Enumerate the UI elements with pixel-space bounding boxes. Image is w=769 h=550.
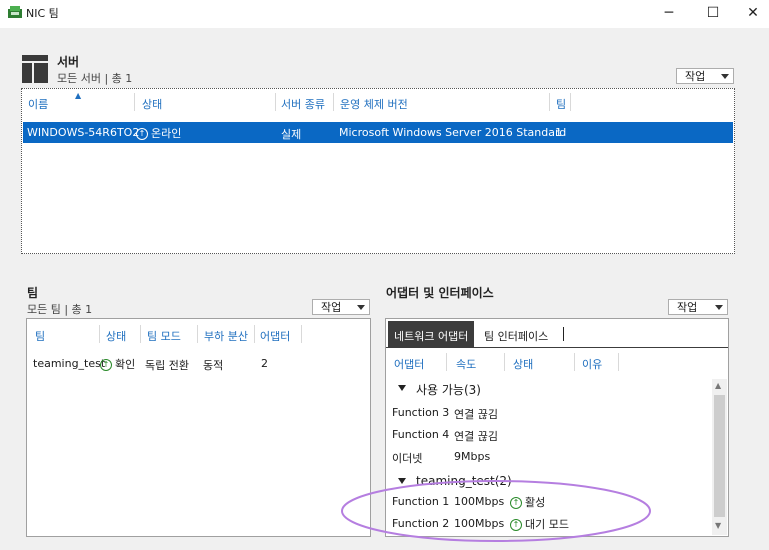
- list-item[interactable]: 이더넷 9Mbps: [386, 446, 712, 466]
- group-expand-icon[interactable]: [398, 385, 406, 391]
- online-status-icon: ↑: [136, 128, 148, 140]
- col-header-team[interactable]: 팀: [556, 96, 566, 112]
- teams-task-button[interactable]: 작업: [312, 299, 370, 315]
- adapter-name: Function 3: [392, 406, 450, 419]
- tab-underline: [386, 347, 728, 348]
- servers-title: 서버: [57, 55, 80, 69]
- adapters-task-label: 작업: [677, 301, 698, 314]
- col-header-os-version[interactable]: 운영 체제 버전: [340, 96, 408, 112]
- teams-subtitle: 모든 팀 | 총 1: [27, 303, 93, 316]
- adapter-speed: 연결 끊김: [454, 430, 498, 443]
- window-title: NIC 팀: [26, 7, 59, 20]
- teams-task-label: 작업: [321, 301, 342, 314]
- adapter-name: Function 4: [392, 428, 450, 441]
- list-item[interactable]: Function 4 연결 끊김: [386, 424, 712, 444]
- tab-team-interfaces-label: 팀 인터페이스: [484, 330, 549, 343]
- teams-title: 팀: [27, 286, 39, 300]
- highlight-ellipse: [341, 480, 651, 542]
- server-team-count: 1: [555, 126, 562, 139]
- scroll-down-icon[interactable]: ▼: [715, 521, 721, 530]
- col-header-reason[interactable]: 이유: [582, 356, 602, 372]
- vertical-scrollbar[interactable]: ▲ ▼: [712, 379, 727, 535]
- servers-subtitle: 모든 서버 | 총 1: [57, 72, 133, 85]
- team-status-label: 확인: [115, 358, 136, 371]
- list-item[interactable]: Function 3 연결 끊김: [386, 402, 712, 422]
- adapter-speed: 연결 끊김: [454, 408, 498, 421]
- adapter-name: 이더넷: [392, 452, 423, 465]
- server-type: 실제: [281, 128, 302, 141]
- team-mode: 독립 전환: [145, 359, 189, 372]
- server-os: Microsoft Windows Server 2016 Standard: [339, 126, 567, 139]
- servers-task-button[interactable]: 작업: [676, 68, 734, 84]
- col-header-adapters[interactable]: 어댑터: [260, 328, 290, 344]
- col-header-server-type[interactable]: 서버 종류: [281, 96, 325, 112]
- chevron-down-icon: [357, 304, 365, 310]
- tab-team-interfaces[interactable]: 팀 인터페이스: [478, 321, 564, 347]
- table-row[interactable]: teaming_test ↑ 확인 독립 전환 동적 2: [27, 353, 370, 373]
- chevron-down-icon: [715, 304, 723, 310]
- servers-table-header: 이름 ▲ 상태 서버 종류 운영 체제 버전 팀: [22, 89, 734, 115]
- group-available[interactable]: 사용 가능(3): [416, 381, 481, 398]
- col-header-team[interactable]: 팀: [35, 328, 45, 344]
- team-adapter-count: 2: [261, 357, 268, 370]
- close-button[interactable]: ✕: [730, 0, 769, 26]
- chevron-down-icon: [721, 73, 729, 79]
- tab-network-adapters-label: 네트워크 어댑터: [394, 330, 469, 343]
- server-status-label: 온라인: [151, 127, 182, 140]
- col-header-status[interactable]: 상태: [106, 328, 126, 344]
- scroll-up-icon[interactable]: ▲: [715, 381, 721, 390]
- col-header-name[interactable]: 이름: [28, 96, 48, 112]
- sort-ascending-icon: ▲: [75, 91, 82, 100]
- ok-status-icon: ↑: [100, 359, 112, 371]
- server-icon: [22, 55, 48, 83]
- minimize-icon: ─: [664, 5, 674, 21]
- col-header-adapter[interactable]: 어댑터: [394, 356, 424, 372]
- team-name: teaming_test: [33, 357, 106, 370]
- col-header-team-mode[interactable]: 팀 모드: [147, 328, 181, 344]
- col-header-state[interactable]: 상태: [513, 356, 533, 372]
- team-status: ↑ 확인: [100, 356, 135, 372]
- adapters-title: 어댑터 및 인터페이스: [386, 286, 494, 300]
- title-bar: NIC 팀 ─ ☐ ✕: [0, 0, 769, 28]
- scrollbar-thumb[interactable]: [714, 395, 725, 517]
- maximize-icon: ☐: [706, 5, 720, 21]
- minimize-button[interactable]: ─: [646, 0, 692, 26]
- servers-table[interactable]: 이름 ▲ 상태 서버 종류 운영 체제 버전 팀 WINDOWS-54R6TO2…: [21, 88, 735, 254]
- nic-team-app-icon: [8, 6, 22, 18]
- server-name: WINDOWS-54R6TO2: [27, 126, 140, 139]
- adapter-speed: 9Mbps: [454, 450, 491, 463]
- tab-network-adapters[interactable]: 네트워크 어댑터: [388, 321, 474, 347]
- table-row[interactable]: WINDOWS-54R6TO2 ↑ 온라인 실제 Microsoft Window…: [23, 122, 733, 143]
- col-header-speed[interactable]: 속도: [456, 356, 476, 372]
- adapters-task-button[interactable]: 작업: [668, 299, 728, 315]
- teams-table[interactable]: 팀 상태 팀 모드 부하 분산 어댑터 teaming_test ↑ 확인 독립 …: [26, 318, 371, 537]
- servers-task-label: 작업: [685, 70, 706, 83]
- tab-divider: [563, 327, 564, 341]
- close-icon: ✕: [747, 5, 759, 21]
- team-load-balancing: 동적: [203, 359, 224, 372]
- col-header-load-balancing[interactable]: 부하 분산: [204, 328, 248, 344]
- col-header-status[interactable]: 상태: [142, 96, 162, 112]
- server-status: ↑ 온라인: [136, 125, 181, 141]
